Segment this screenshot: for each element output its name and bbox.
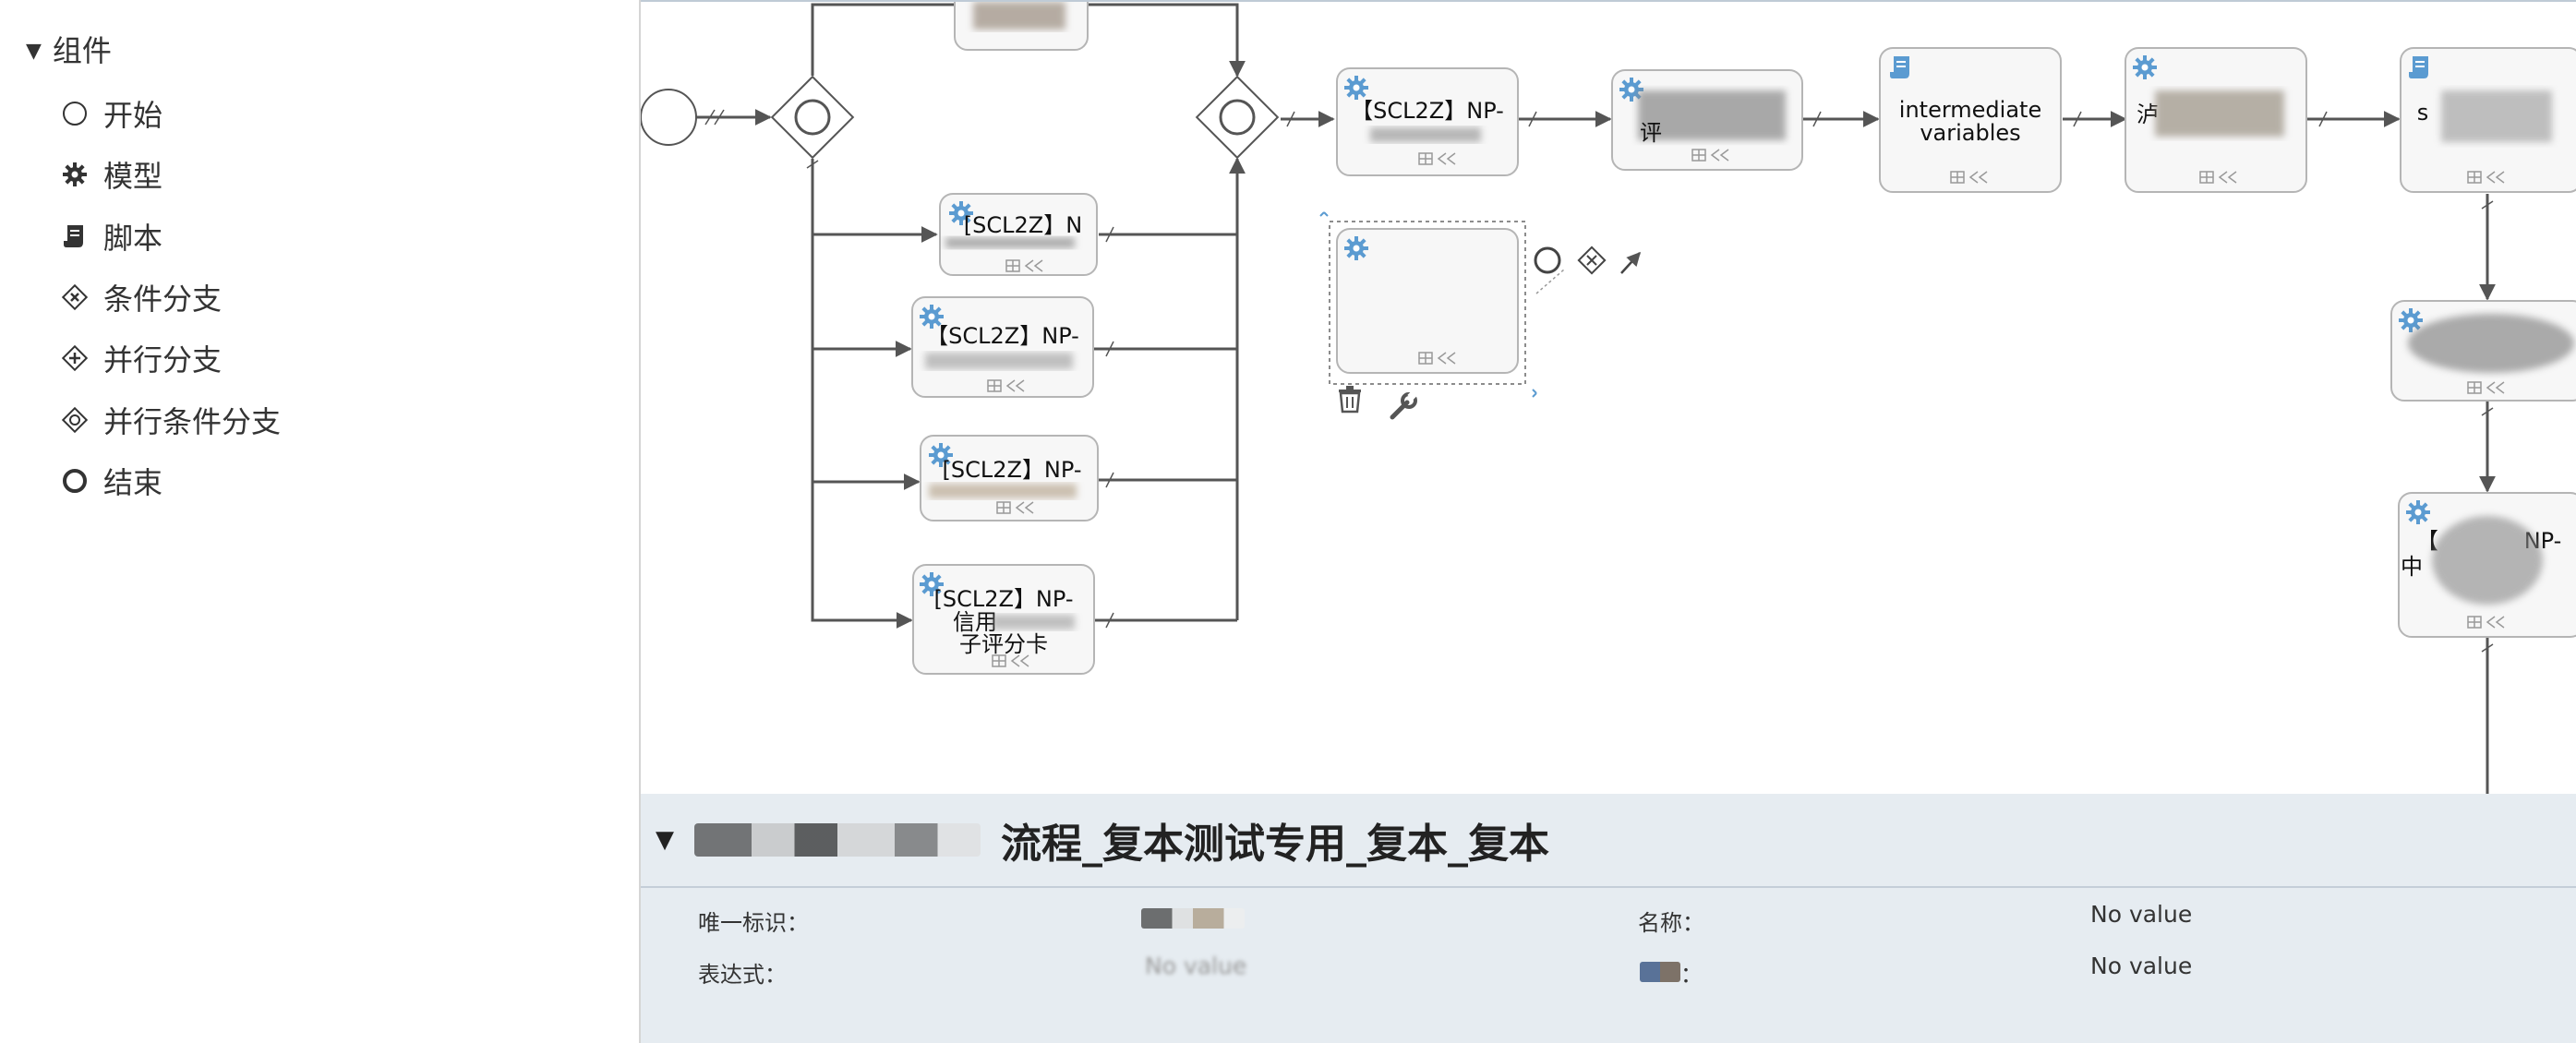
svg-text:评: 评 bbox=[1640, 120, 1662, 146]
model-node-top[interactable] bbox=[954, 2, 1089, 51]
svg-text:s: s bbox=[2417, 100, 2429, 126]
resize-handle-top-left bbox=[1319, 211, 1329, 217]
svg-text:intermediate: intermediate bbox=[1899, 97, 2041, 123]
field-label-unique-id: 唯一标识： bbox=[698, 910, 809, 936]
script-icon bbox=[59, 221, 90, 252]
flow-title: 流程_复本测试专用_复本_复本 bbox=[1001, 821, 1549, 868]
components-header-label: 组件 bbox=[52, 33, 112, 68]
svg-text:variables: variables bbox=[1920, 120, 2020, 146]
component-sidebar: ▼ 组件 开始 模型 脚本 条件分支 并行分支 并行条件分支 结束 bbox=[0, 0, 641, 1043]
model-node-main-4[interactable]: 泸 bbox=[2125, 47, 2307, 193]
sidebar-item-script[interactable]: 脚本 bbox=[59, 215, 163, 258]
wrench-settings-icon bbox=[1390, 390, 1418, 420]
flow-canvas[interactable]: [SCL2Z】N 【SCL2Z】NP- [SCL2Z】NP- [SCL2Z】NP… bbox=[641, 0, 2576, 794]
script-node-main-5[interactable]: s bbox=[2400, 47, 2576, 193]
sidebar-item-label: 脚本 bbox=[103, 221, 163, 256]
diamond-plus-icon bbox=[59, 342, 90, 374]
circle-thick-icon bbox=[59, 465, 90, 497]
add-end-event-icon bbox=[1534, 246, 1561, 274]
sidebar-item-parallel-branch[interactable]: 并行分支 bbox=[59, 337, 222, 379]
sidebar-item-label: 模型 bbox=[103, 159, 163, 194]
start-event-node bbox=[641, 89, 697, 146]
connect-arrow-icon bbox=[1620, 251, 1642, 274]
model-node-branch-4[interactable]: [SCL2Z】NP- 信用 子评分卡 bbox=[912, 564, 1095, 675]
sidebar-item-label: 并行分支 bbox=[103, 342, 223, 378]
model-node-branch-2[interactable]: 【SCL2Z】NP- bbox=[911, 296, 1094, 398]
components-header[interactable]: ▼ 组件 bbox=[26, 28, 112, 70]
svg-text:中: 中 bbox=[2401, 554, 2423, 580]
redacted-field-label bbox=[1640, 962, 1680, 982]
gear-icon bbox=[59, 159, 90, 190]
gateway-split bbox=[770, 75, 855, 160]
sidebar-item-condition-branch[interactable]: 条件分支 bbox=[59, 276, 222, 318]
panel-divider bbox=[641, 886, 2576, 888]
sidebar-item-model[interactable]: 模型 bbox=[59, 153, 163, 196]
field-label-name: 名称： bbox=[1638, 910, 1704, 936]
model-node-main-1[interactable]: 【SCL2Z】NP- bbox=[1336, 67, 1519, 176]
svg-text:[SCL2Z】NP-: [SCL2Z】NP- bbox=[934, 586, 1074, 612]
delete-trash-icon bbox=[1339, 386, 1361, 414]
chevron-down-icon: ▼ bbox=[26, 39, 42, 63]
sidebar-item-label: 结束 bbox=[103, 465, 163, 500]
diamond-circle-icon bbox=[59, 404, 90, 436]
model-node-right-3[interactable]: 【 NP- 中 bbox=[2398, 492, 2576, 638]
field-label-4: ： bbox=[1680, 962, 1703, 988]
edge bbox=[811, 159, 913, 629]
script-node-intermediate-variables[interactable]: intermediate variables bbox=[1879, 47, 2062, 193]
field-label-expression: 表达式： bbox=[698, 962, 787, 988]
model-node-branch-1[interactable]: [SCL2Z】N bbox=[939, 193, 1098, 276]
model-node-branch-3[interactable]: [SCL2Z】NP- bbox=[920, 435, 1099, 522]
field-value-unique-id bbox=[1141, 908, 1245, 929]
sidebar-item-parallel-condition-branch[interactable]: 并行条件分支 bbox=[59, 399, 281, 441]
model-node-main-2[interactable]: 评 bbox=[1611, 69, 1803, 171]
model-node-right-2[interactable] bbox=[2390, 300, 2576, 402]
resize-handle-bottom-right bbox=[1532, 389, 1537, 398]
sidebar-item-label: 条件分支 bbox=[103, 282, 223, 317]
redacted-title-prefix bbox=[694, 823, 981, 857]
flow-title-header[interactable]: ▼ 流程_复本测试专用_复本_复本 bbox=[656, 812, 1549, 868]
diamond-x-icon bbox=[59, 282, 90, 313]
sidebar-item-label: 开始 bbox=[103, 98, 163, 133]
gateway-join bbox=[1195, 75, 1280, 160]
selected-model-node[interactable] bbox=[1319, 211, 1537, 398]
sidebar-item-start[interactable]: 开始 bbox=[59, 92, 163, 135]
svg-text:子评分卡: 子评分卡 bbox=[959, 631, 1048, 657]
field-value-expression[interactable]: No value bbox=[1145, 953, 1246, 979]
svg-text:【SCL2Z】NP-: 【SCL2Z】NP- bbox=[926, 323, 1079, 349]
svg-text:【SCL2Z】NP-: 【SCL2Z】NP- bbox=[1351, 98, 1504, 124]
add-gateway-icon bbox=[1577, 246, 1607, 275]
chevron-down-icon: ▼ bbox=[656, 826, 674, 854]
properties-panel: ▼ 流程_复本测试专用_复本_复本 唯一标识： 名称： No value 表达式… bbox=[641, 794, 2576, 1043]
field-value-name[interactable]: No value bbox=[2090, 901, 2192, 928]
circle-outline-icon bbox=[59, 98, 90, 129]
sidebar-item-label: 并行条件分支 bbox=[103, 404, 282, 439]
svg-text:[SCL2Z】NP-: [SCL2Z】NP- bbox=[943, 457, 1082, 483]
svg-text:[SCL2Z】N: [SCL2Z】N bbox=[964, 212, 1082, 238]
field-value-4[interactable]: No value bbox=[2090, 953, 2192, 979]
flow-diagram[interactable]: [SCL2Z】N 【SCL2Z】NP- [SCL2Z】NP- [SCL2Z】NP… bbox=[641, 2, 2576, 794]
sidebar-item-end[interactable]: 结束 bbox=[59, 460, 163, 502]
